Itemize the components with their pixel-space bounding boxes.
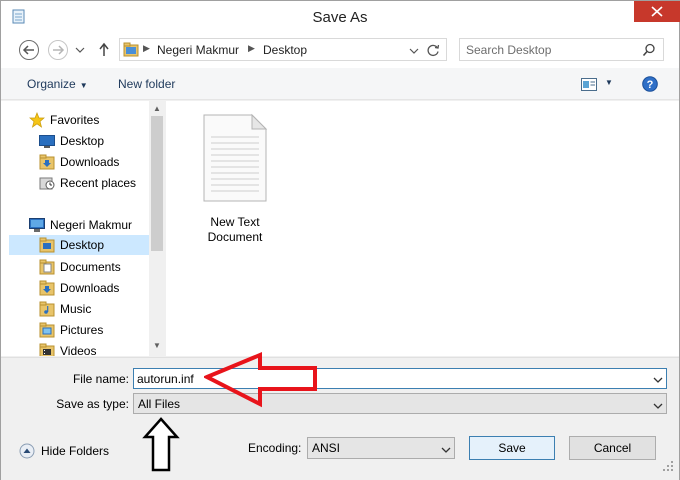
command-bar: Organize ▼ New folder ▼ ? <box>1 68 679 100</box>
sidebar-item-music[interactable]: Music <box>39 299 147 319</box>
chevron-down-icon: ▼ <box>79 81 88 90</box>
back-button[interactable] <box>18 39 40 61</box>
downloads-folder-icon <box>39 280 55 296</box>
file-name-line: New Text <box>210 215 260 229</box>
sidebar-label: Recent places <box>60 176 137 190</box>
sidebar-header-favorites[interactable]: Favorites <box>29 110 147 130</box>
view-icon <box>581 78 597 91</box>
folder-icon <box>123 42 139 61</box>
music-folder-icon <box>39 301 55 317</box>
close-icon <box>651 6 663 17</box>
save-as-type-label: Save as type: <box>56 397 129 411</box>
collapse-up-icon <box>19 443 35 462</box>
change-view-button[interactable] <box>581 78 597 94</box>
navigation-pane: Favorites Desktop Downloads Recent place… <box>1 101 165 356</box>
window-title: Save As <box>312 9 368 26</box>
help-button[interactable]: ? <box>642 76 658 95</box>
sidebar-item-favorites-desktop[interactable]: Desktop <box>39 131 147 151</box>
sidebar-item-videos[interactable]: Videos <box>39 341 147 356</box>
sidebar-item-recent-places[interactable]: Recent places <box>39 173 147 193</box>
videos-folder-icon <box>39 343 55 356</box>
save-form: File name: Save as type: All Files Hide … <box>1 357 679 480</box>
sidebar-item-documents[interactable]: Documents <box>39 257 147 277</box>
recent-locations-button[interactable] <box>73 39 87 61</box>
file-name-dropdown-icon[interactable] <box>653 374 663 388</box>
text-document-icon <box>202 113 268 206</box>
desktop-icon <box>39 133 55 149</box>
file-name: New Text Document <box>196 215 274 245</box>
save-as-type-value: All Files <box>138 397 181 411</box>
encoding-value: ANSI <box>312 441 341 455</box>
svg-text:?: ? <box>647 79 654 91</box>
nav-pane-scrollbar[interactable]: ▲ ▼ <box>149 101 165 356</box>
up-arrow-icon <box>99 42 109 56</box>
hide-folders-label: Hide Folders <box>41 444 110 458</box>
forward-button[interactable] <box>47 39 69 61</box>
documents-folder-icon <box>39 259 55 275</box>
pictures-folder-icon <box>39 322 55 338</box>
refresh-button[interactable] <box>425 42 441 61</box>
forward-arrow-icon <box>48 40 68 60</box>
sidebar-item-downloads[interactable]: Downloads <box>39 278 147 298</box>
title-bar: Save As <box>1 1 680 32</box>
star-icon <box>29 112 45 128</box>
sidebar-item-favorites-downloads[interactable]: Downloads <box>39 152 147 172</box>
sidebar-label: Pictures <box>60 323 104 337</box>
organize-label: Organize <box>27 77 76 91</box>
address-dropdown-icon[interactable] <box>409 45 419 59</box>
sidebar-header-computer[interactable]: Negeri Makmur <box>29 215 147 235</box>
sidebar-label: Music <box>60 302 92 316</box>
search-box <box>459 38 664 61</box>
scroll-thumb[interactable] <box>151 116 163 251</box>
chevron-down-icon <box>653 400 663 414</box>
scroll-down-icon[interactable]: ▼ <box>153 341 161 350</box>
computer-icon <box>29 217 45 233</box>
up-button[interactable] <box>96 39 112 61</box>
sidebar-label: Desktop <box>60 134 105 148</box>
encoding-label: Encoding: <box>248 441 302 455</box>
search-icon[interactable] <box>642 43 656 60</box>
breadcrumb-desktop[interactable]: Desktop <box>263 43 307 57</box>
sidebar-label: Downloads <box>60 155 120 169</box>
view-options-dropdown-icon[interactable]: ▼ <box>605 78 613 87</box>
chevron-down-icon <box>441 444 451 458</box>
encoding-select[interactable]: ANSI <box>307 437 455 459</box>
resize-grip-icon[interactable] <box>661 459 675 476</box>
breadcrumb-separator-icon: ▶ <box>143 43 150 53</box>
file-name-line: Document <box>207 230 263 244</box>
red-arrow-annotation <box>204 352 317 408</box>
desktop-folder-icon <box>39 237 55 253</box>
search-input[interactable] <box>466 42 636 57</box>
sidebar-label: Videos <box>60 344 97 356</box>
sidebar-item-pictures[interactable]: Pictures <box>39 320 147 340</box>
close-button[interactable] <box>634 1 680 22</box>
organize-button[interactable]: Organize ▼ <box>27 77 88 91</box>
recent-places-icon <box>39 175 55 191</box>
sidebar-label: Favorites <box>50 113 100 127</box>
sidebar-label: Documents <box>60 260 121 274</box>
breadcrumb-separator-icon: ▶ <box>248 43 255 53</box>
save-button[interactable]: Save <box>469 436 555 460</box>
help-icon: ? <box>642 76 658 92</box>
file-item[interactable]: New Text Document <box>196 111 274 244</box>
cancel-button[interactable]: Cancel <box>569 436 656 460</box>
black-arrow-annotation <box>142 417 180 472</box>
sidebar-label: Desktop <box>60 238 105 252</box>
sidebar-label: Negeri Makmur <box>50 218 133 232</box>
file-name-label: File name: <box>72 372 129 386</box>
navigation-bar: ▶ Negeri Makmur ▶ Desktop <box>1 32 679 68</box>
save-as-dialog: Save As ▶ Negeri Makmur ▶ Desktop Search… <box>0 0 680 480</box>
new-folder-button[interactable]: New folder <box>118 77 175 91</box>
back-arrow-icon <box>19 40 39 60</box>
sidebar-item-desktop[interactable]: Desktop <box>9 235 149 255</box>
sidebar-label: Downloads <box>60 281 120 295</box>
breadcrumb-negeri-makmur[interactable]: Negeri Makmur <box>157 43 239 57</box>
scroll-up-icon[interactable]: ▲ <box>153 104 161 113</box>
refresh-icon <box>427 44 440 57</box>
downloads-folder-icon <box>39 154 55 170</box>
chevron-down-icon <box>75 47 85 53</box>
file-list[interactable]: New Text Document <box>166 101 679 356</box>
address-bar[interactable]: ▶ Negeri Makmur ▶ Desktop <box>119 38 447 61</box>
